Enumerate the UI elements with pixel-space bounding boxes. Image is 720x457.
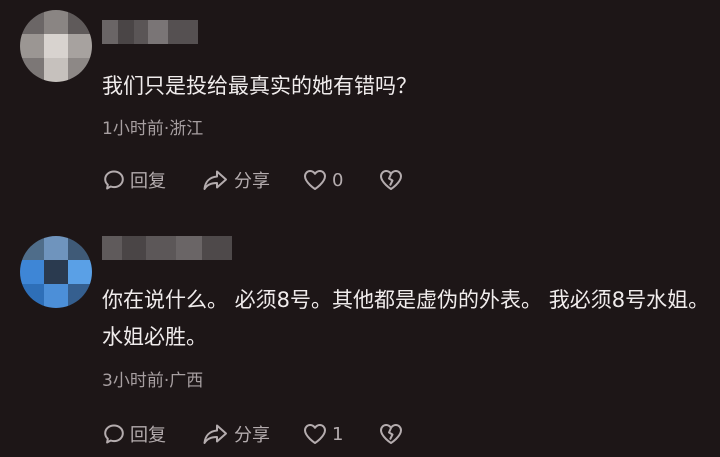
reply-bubble-icon — [102, 422, 126, 446]
share-arrow-icon — [202, 422, 230, 446]
broken-heart-icon — [378, 168, 404, 192]
share-label: 分享 — [234, 171, 270, 192]
avatar[interactable] — [20, 236, 92, 308]
share-label: 分享 — [234, 425, 270, 446]
comment-actions: 回复 分享 0 — [102, 165, 408, 195]
reply-button[interactable]: 回复 — [102, 421, 202, 447]
comment-meta: 1小时前·浙江 — [102, 119, 204, 139]
comment-item: 我们只是投给最真实的她有错吗？ 1小时前·浙江 回复 分享 0 — [0, 0, 720, 222]
comment-item: 你在说什么。 必须8号。其他都是虚伪的外表。 我必须8号水姐。水姐必胜。 3小时… — [0, 222, 720, 457]
dislike-button[interactable] — [378, 422, 408, 446]
reply-label: 回复 — [130, 171, 166, 192]
broken-heart-icon — [378, 422, 404, 446]
comment-meta: 3小时前·广西 — [102, 371, 204, 391]
reply-button[interactable]: 回复 — [102, 167, 202, 193]
like-count: 1 — [332, 423, 344, 445]
heart-icon — [302, 168, 328, 192]
reply-label: 回复 — [130, 425, 166, 446]
like-count: 0 — [332, 169, 344, 191]
heart-icon — [302, 422, 328, 446]
avatar[interactable] — [20, 10, 92, 82]
like-button[interactable]: 1 — [302, 422, 378, 446]
username-blurred[interactable] — [102, 20, 198, 44]
reply-bubble-icon — [102, 168, 126, 192]
comment-text: 我们只是投给最真实的她有错吗？ — [102, 74, 417, 98]
dislike-button[interactable] — [378, 168, 408, 192]
share-button[interactable]: 分享 — [202, 167, 302, 193]
share-button[interactable]: 分享 — [202, 421, 302, 447]
username-blurred[interactable] — [102, 236, 232, 260]
like-button[interactable]: 0 — [302, 168, 378, 192]
comment-actions: 回复 分享 1 — [102, 419, 408, 449]
share-arrow-icon — [202, 168, 230, 192]
comment-text: 你在说什么。 必须8号。其他都是虚伪的外表。 我必须8号水姐。水姐必胜。 — [102, 288, 710, 349]
